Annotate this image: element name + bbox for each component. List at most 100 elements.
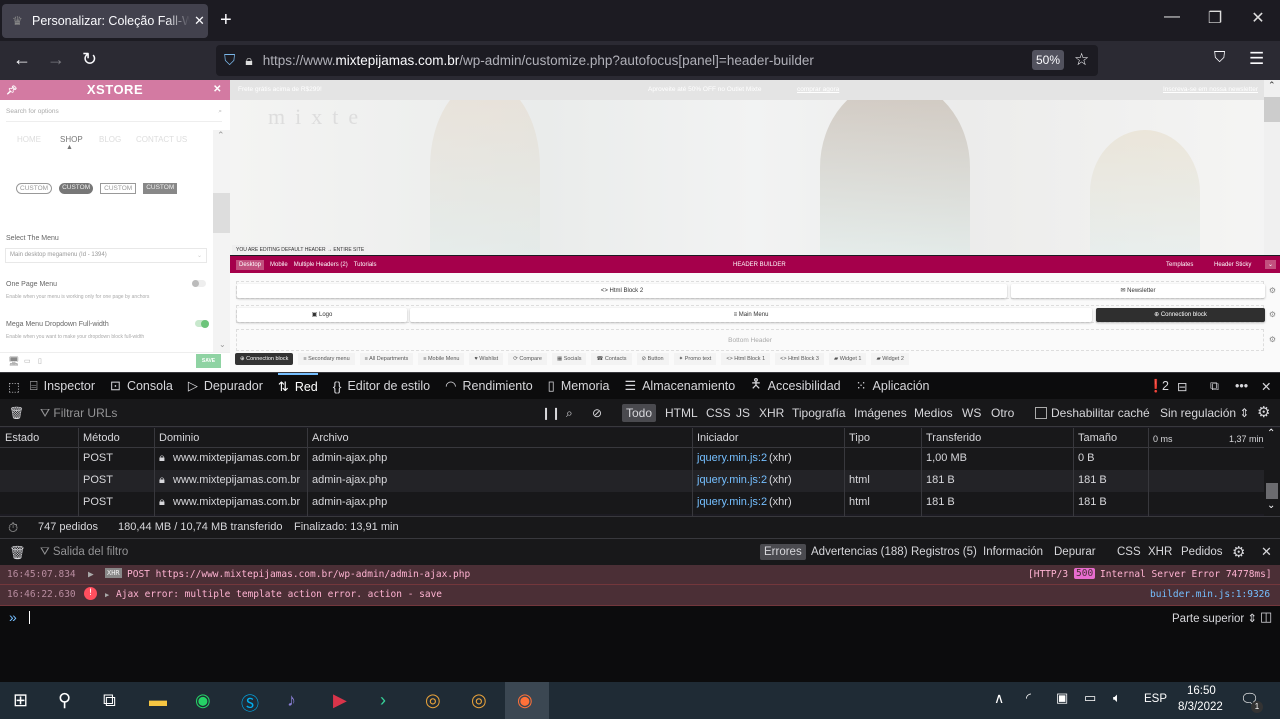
close-window-button[interactable]: ✕ [1235, 8, 1280, 28]
clock-date[interactable]: 8/3/2022 [1178, 701, 1223, 713]
filter-requests[interactable]: Pedidos [1181, 546, 1223, 558]
table-row[interactable]: POST 🔒︎ www.mixtepijamas.com.br admin-aj… [0, 470, 1264, 492]
battery-icon[interactable]: ▭ [1084, 690, 1096, 706]
promo-link[interactable]: comprar agora [797, 86, 839, 93]
filmora-icon[interactable]: › [380, 690, 386, 711]
element-item[interactable]: <> Html Block 1 [721, 353, 771, 365]
trash-icon[interactable]: 🗑︎ [9, 406, 24, 420]
back-icon[interactable]: ← [13, 49, 31, 70]
level-debug[interactable]: Depurar [1054, 546, 1096, 558]
restore-button[interactable]: ❐ [1192, 8, 1238, 28]
search-icon[interactable]: ⌕ [566, 406, 573, 421]
trash-icon[interactable]: 🗑︎ [9, 545, 26, 561]
disable-cache-checkbox[interactable] [1035, 407, 1047, 419]
responsive-icon[interactable]: ⧉ [1210, 379, 1219, 394]
firefox-icon[interactable]: ◉ [517, 690, 533, 711]
element-item[interactable]: ⊘ Button [636, 353, 669, 365]
mega-menu-toggle[interactable] [195, 320, 209, 328]
gear-icon[interactable]: ⚙ [1269, 310, 1276, 319]
element-item[interactable]: ✦ Promo text [673, 353, 717, 365]
tab-tutorials[interactable]: Tutorials [354, 262, 377, 268]
desktop-preview-icon[interactable]: 🖥︎ [8, 356, 19, 367]
context-selector[interactable]: Parte superior ⇕ [1172, 611, 1257, 625]
tool-storage[interactable]: ☰ Almacenamiento [624, 373, 735, 400]
one-page-menu-toggle[interactable] [192, 280, 206, 287]
tool-debugger[interactable]: ▷ Depurador [188, 373, 263, 400]
disable-cache-label[interactable]: Deshabilitar caché [1051, 406, 1150, 420]
level-info[interactable]: Información [983, 546, 1043, 558]
table-row[interactable]: POST 🔒︎ www.mixtepijamas.com.br admin-aj… [0, 492, 1264, 514]
tool-memory[interactable]: ▯ Memoria [548, 373, 610, 400]
tool-application[interactable]: ⁙ Aplicación [856, 373, 930, 400]
col-transferred[interactable]: Transferido [926, 432, 981, 444]
col-file[interactable]: Archivo [312, 432, 349, 444]
forward-icon[interactable]: → [47, 49, 65, 70]
settings-gear-icon[interactable]: ⚙ [1257, 403, 1270, 421]
logo-cell[interactable]: ▣ Logo [237, 308, 407, 322]
tool-performance[interactable]: ◠ Rendimiento [445, 373, 533, 400]
element-item[interactable]: ⟳ Compare [508, 353, 547, 365]
row-initiator[interactable]: jquery.min.js:2 [697, 452, 767, 464]
pocket-icon[interactable]: ⛉ [1214, 49, 1225, 66]
tool-style-editor[interactable]: {} Editor de estilo [333, 373, 430, 400]
clock-time[interactable]: 16:50 [1187, 685, 1216, 697]
chrome-icon[interactable]: ◎ [425, 690, 441, 711]
tablet-preview-icon[interactable]: ▭ [24, 357, 31, 365]
music-app-icon[interactable]: ♪ [287, 690, 296, 711]
sidebar-toggle-icon[interactable]: ◫ [1260, 609, 1272, 625]
sidebar-scroll-thumb[interactable] [213, 193, 230, 233]
meet-now-icon[interactable]: ▣ [1056, 690, 1068, 706]
custom-style-option[interactable]: CUSTOM [143, 183, 178, 194]
more-icon[interactable]: ••• [1235, 379, 1248, 393]
header-sticky-button[interactable]: Header Sticky [1214, 262, 1251, 268]
preview-scrollbar[interactable]: ⌃ [1264, 80, 1280, 255]
element-item[interactable]: ≡ All Departments [359, 353, 414, 365]
pin-icon[interactable]: 📌︎ [6, 80, 18, 100]
html-block-2-cell[interactable]: <> Html Block 2 [237, 284, 1007, 298]
newsletter-cell[interactable]: ✉ Newsletter [1011, 284, 1265, 298]
tab-multiple-headers[interactable]: Multiple Headers (2) [294, 262, 348, 268]
table-row[interactable]: POST 🔒︎ www.mixtepijamas.com.br admin-aj… [0, 448, 1264, 470]
tab-mobile[interactable]: Mobile [270, 262, 288, 268]
close-console-icon[interactable]: ✕ [1261, 544, 1272, 560]
scroll-up-icon[interactable]: ⌃ [1268, 80, 1276, 91]
bottom-header-row[interactable]: Bottom Header [236, 329, 1264, 351]
volume-icon[interactable]: 🔈︎ [1113, 690, 1121, 706]
filter-html[interactable]: HTML [665, 406, 698, 420]
element-item[interactable]: ☎ Contacts [591, 353, 632, 365]
scroll-up-icon[interactable]: ⌃ [217, 130, 225, 141]
message-source-link[interactable]: builder.min.js:1:9326 [1150, 589, 1270, 600]
filter-fonts[interactable]: Tipografía [792, 406, 846, 420]
filter-xhr[interactable]: XHR [1148, 546, 1172, 558]
filter-media[interactable]: Medios [914, 406, 953, 420]
chrome-profile-icon[interactable]: ◎ [471, 690, 487, 711]
filter-js[interactable]: JS [736, 406, 750, 420]
shield-icon[interactable]: ⛉ [224, 52, 235, 69]
select-menu-dropdown[interactable]: Main desktop megamenu (Id - 1394) ⌄ [5, 248, 207, 263]
level-errors[interactable]: Errores [760, 544, 806, 560]
connection-block-cell[interactable]: ⊕ Connection block [1096, 308, 1265, 322]
level-warnings[interactable]: Advertencias (188) [811, 546, 908, 558]
task-view-icon[interactable]: ⧉ [103, 690, 116, 711]
search-icon[interactable]: ⚲ [58, 690, 71, 711]
expand-arrow-icon[interactable]: ▶ [88, 569, 94, 580]
site-logo[interactable]: mixte [268, 104, 368, 130]
filter-all[interactable]: Todo [622, 404, 657, 422]
filter-css[interactable]: CSS [706, 406, 731, 420]
col-initiator[interactable]: Iniciador [697, 432, 739, 444]
level-logs[interactable]: Registros (5) [911, 546, 977, 558]
filter-xhr[interactable]: XHR [759, 406, 784, 420]
windows-start-icon[interactable]: ⊞ [13, 690, 28, 711]
console-input[interactable]: » Parte superior ⇕ ◫ [0, 606, 1280, 682]
custom-style-option[interactable]: CUSTOM [59, 183, 94, 194]
stopwatch-icon[interactable]: ⏱ [8, 520, 18, 536]
close-icon[interactable]: ✕ [213, 80, 222, 100]
filter-other[interactable]: Otro [991, 406, 1014, 420]
scroll-up-icon[interactable]: ⌃ [1267, 428, 1275, 439]
main-menu-cell[interactable]: ≡ Main Menu [410, 308, 1092, 322]
browser-tab[interactable]: ♛ Personalizar: Coleção Fall-Winter ✕ [2, 4, 208, 38]
element-item[interactable]: ▦ Socials [551, 353, 587, 365]
minimize-button[interactable]: — [1149, 8, 1195, 26]
console-settings-icon[interactable]: ⚙ [1232, 543, 1245, 561]
scroll-down-icon[interactable]: ⌄ [1267, 500, 1275, 511]
